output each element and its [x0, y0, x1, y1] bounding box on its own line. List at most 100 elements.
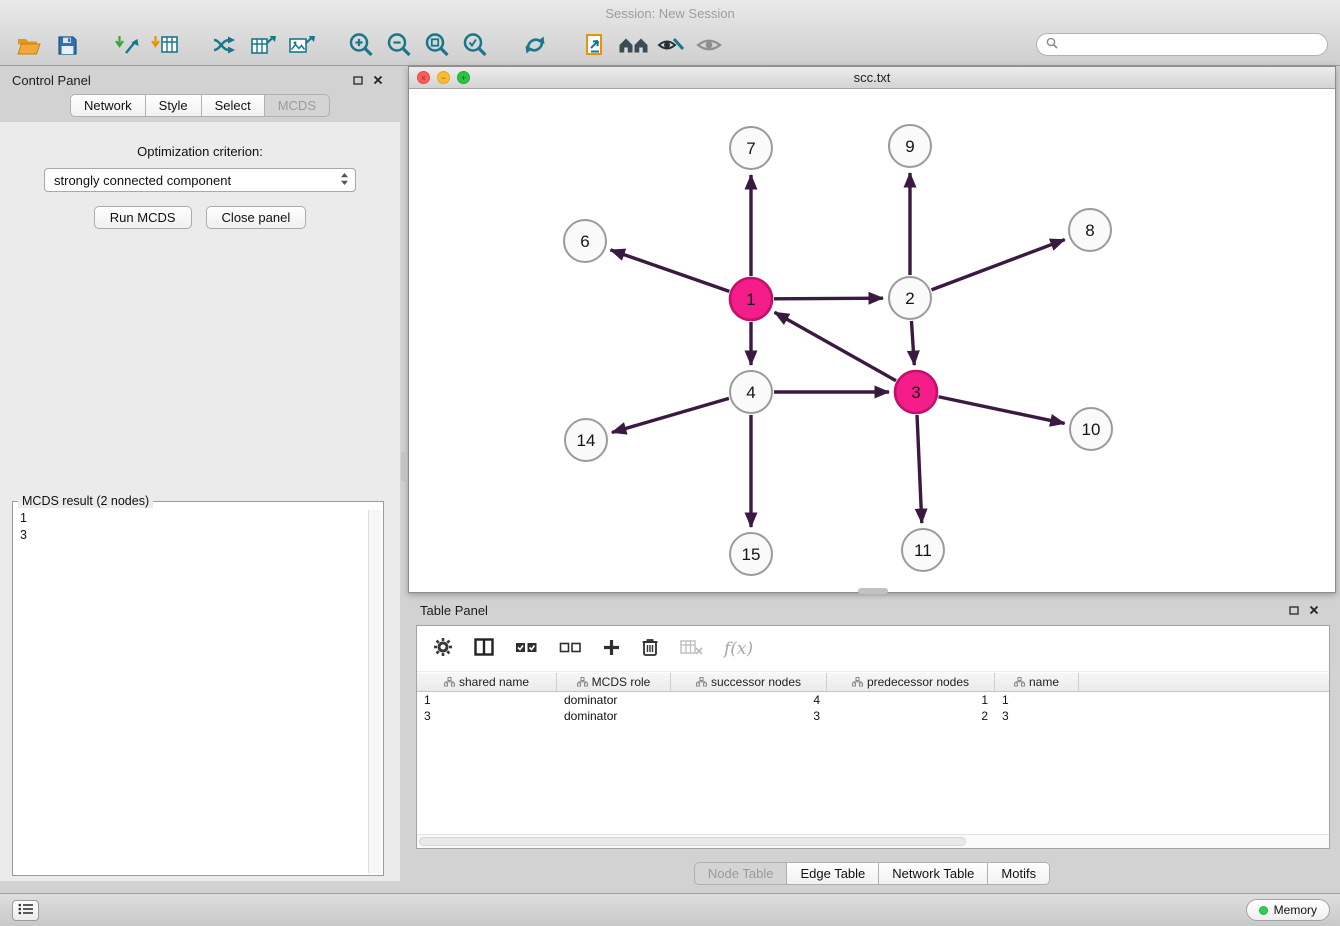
- graph-node-label: 15: [742, 545, 761, 564]
- network-window-titlebar[interactable]: × − + scc.txt: [409, 67, 1335, 89]
- delete-row-button[interactable]: [641, 634, 659, 664]
- show-columns-button[interactable]: [474, 634, 494, 664]
- export-image-button[interactable]: [282, 32, 320, 62]
- column-header-predecessor-nodes[interactable]: predecessor nodes: [827, 673, 995, 691]
- unselect-all-button[interactable]: [559, 634, 582, 664]
- eye-slash-icon: [657, 35, 685, 58]
- search-field[interactable]: [1036, 33, 1328, 56]
- column-header-MCDS-role[interactable]: MCDS role: [557, 673, 671, 691]
- control-panel-close-button[interactable]: [368, 71, 388, 89]
- zoom-fit-icon: [424, 32, 451, 61]
- graph-edge-3-11[interactable]: [917, 415, 922, 523]
- table-tab-network-table[interactable]: Network Table: [879, 862, 988, 885]
- refresh-icon: [522, 33, 548, 60]
- chevron-up-down-icon: [340, 172, 349, 189]
- zoom-window-button[interactable]: +: [457, 71, 470, 84]
- hide-selected-button[interactable]: [652, 32, 690, 62]
- clone-network-button[interactable]: [576, 32, 614, 62]
- import-network-button[interactable]: [108, 32, 146, 62]
- control-panel: Control Panel NetworkStyleSelectMCDS Opt…: [0, 66, 400, 893]
- window-title: Session: New Session: [605, 6, 734, 21]
- vertical-splitter-grip[interactable]: [401, 452, 407, 482]
- save-session-button[interactable]: [48, 32, 86, 62]
- column-type-icon: [696, 677, 707, 687]
- select-all-button[interactable]: [515, 634, 538, 664]
- column-header-name[interactable]: name: [995, 673, 1079, 691]
- table-tab-motifs[interactable]: Motifs: [988, 862, 1050, 885]
- document-share-icon: [583, 33, 607, 61]
- float-icon: [1289, 603, 1299, 618]
- import-table-button[interactable]: [146, 32, 184, 62]
- zoom-selected-button[interactable]: [456, 32, 494, 62]
- scrollbar-thumb[interactable]: [419, 837, 966, 846]
- graph-node-label: 3: [911, 383, 920, 402]
- control-tab-mcds[interactable]: MCDS: [265, 94, 330, 117]
- table-tab-node-table[interactable]: Node Table: [694, 862, 788, 885]
- table-horizontal-scrollbar[interactable]: [417, 834, 1329, 848]
- graph-edge-1-2[interactable]: [774, 298, 883, 299]
- horizontal-splitter-grip[interactable]: [858, 588, 888, 594]
- zoom-fit-button[interactable]: [418, 32, 456, 62]
- optimization-select[interactable]: strongly connected component: [44, 168, 356, 192]
- float-icon: [353, 73, 363, 88]
- table-panel-close-button[interactable]: [1304, 601, 1324, 619]
- close-panel-button[interactable]: Close panel: [206, 206, 307, 229]
- node-table: f(x) shared nameMCDS rolesuccessor nodes…: [416, 625, 1330, 849]
- memory-button[interactable]: Memory: [1246, 899, 1330, 921]
- search-icon: [1046, 36, 1058, 54]
- graph-edge-2-8[interactable]: [932, 240, 1065, 290]
- mcds-result-line: 1: [20, 510, 27, 527]
- import-network-icon: [114, 34, 141, 59]
- application-window: Session: New Session: [0, 0, 1340, 926]
- task-history-button[interactable]: [12, 900, 39, 921]
- control-panel-float-button[interactable]: [348, 71, 368, 89]
- checked-boxes-icon: [515, 639, 538, 658]
- control-tab-network[interactable]: Network: [70, 94, 146, 117]
- function-builder-button[interactable]: f(x): [724, 634, 753, 664]
- column-type-icon: [852, 677, 863, 687]
- open-session-button[interactable]: [10, 32, 48, 62]
- result-scrollbar[interactable]: [368, 510, 381, 873]
- network-from-selection-button[interactable]: [206, 32, 244, 62]
- close-window-button[interactable]: ×: [417, 71, 430, 84]
- delete-table-button[interactable]: [680, 634, 703, 664]
- column-header-shared-name[interactable]: shared name: [417, 673, 557, 691]
- network-graph[interactable]: 7968124314101511: [409, 90, 1335, 592]
- zoom-in-button[interactable]: [342, 32, 380, 62]
- table-cell: dominator: [557, 693, 671, 707]
- window-chrome: Session: New Session: [0, 0, 1340, 66]
- table-cell: 1: [417, 693, 557, 707]
- table-panel-float-button[interactable]: [1284, 601, 1304, 619]
- show-all-button[interactable]: [690, 32, 728, 62]
- graph-edge-1-6[interactable]: [610, 250, 729, 292]
- first-neighbors-button[interactable]: [614, 32, 652, 62]
- fx-icon: f(x): [724, 639, 753, 659]
- table-row[interactable]: 1dominator411: [417, 692, 1329, 708]
- table-row[interactable]: 3dominator323: [417, 708, 1329, 724]
- control-tab-select[interactable]: Select: [202, 94, 265, 117]
- graph-edge-2-3[interactable]: [911, 321, 914, 365]
- table-settings-button[interactable]: [433, 634, 453, 664]
- table-grid: shared nameMCDS rolesuccessor nodesprede…: [417, 673, 1329, 834]
- column-header-successor-nodes[interactable]: successor nodes: [671, 673, 827, 691]
- zoom-out-button[interactable]: [380, 32, 418, 62]
- table-body: 1dominator4113dominator323: [417, 692, 1329, 724]
- save-icon: [57, 35, 78, 59]
- graph-node-label: 14: [577, 431, 596, 450]
- export-table-button[interactable]: [244, 32, 282, 62]
- search-input[interactable]: [1063, 38, 1318, 52]
- minimize-window-button[interactable]: −: [437, 71, 450, 84]
- graph-edge-3-10[interactable]: [939, 397, 1065, 424]
- network-canvas[interactable]: 7968124314101511: [409, 90, 1335, 592]
- apply-layout-button[interactable]: [516, 32, 554, 62]
- add-row-button[interactable]: [603, 634, 620, 664]
- mcds-panel: Optimization criterion: strongly connect…: [0, 122, 400, 881]
- table-tab-edge-table[interactable]: Edge Table: [787, 862, 879, 885]
- graph-edge-4-14[interactable]: [612, 398, 729, 432]
- table-cell: 3: [417, 709, 557, 723]
- control-tab-style[interactable]: Style: [146, 94, 202, 117]
- gear-icon: [433, 637, 453, 660]
- table-panel-tabs: Node TableEdge TableNetwork TableMotifs: [408, 862, 1336, 885]
- graph-edge-3-1[interactable]: [775, 312, 896, 380]
- run-mcds-button[interactable]: Run MCDS: [94, 206, 192, 229]
